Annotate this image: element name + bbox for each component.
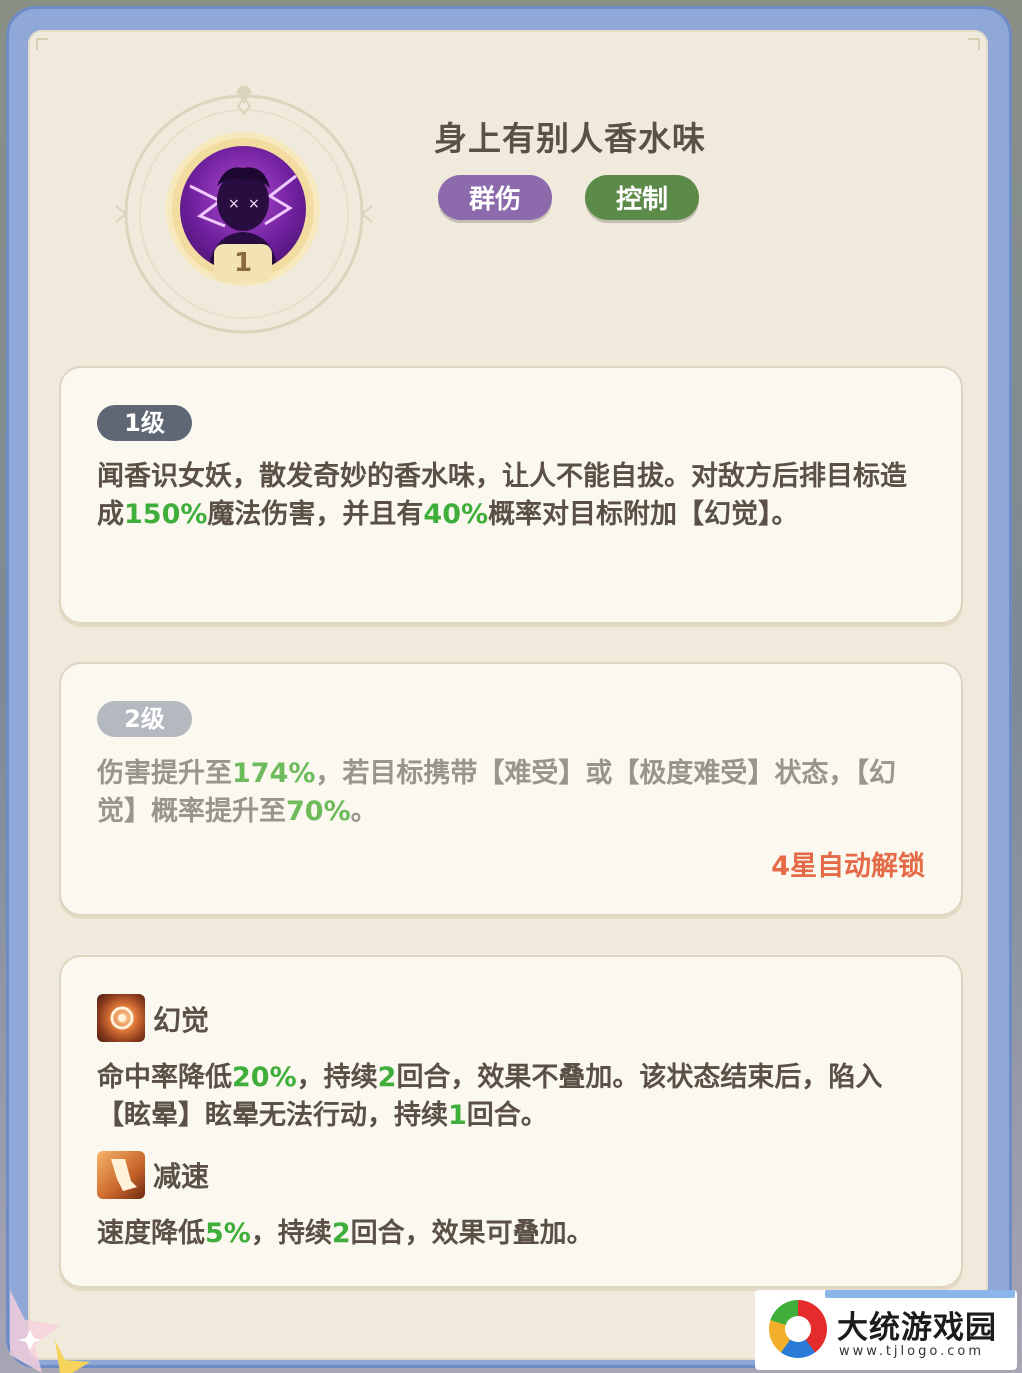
slow-icon [97, 1151, 145, 1199]
level-1-badge: 1级 [97, 405, 192, 441]
level-1-card: 1级 闻香识女妖，散发奇妙的香水味，让人不能自拔。对敌方后排目标造成150%魔法… [59, 366, 963, 624]
watermark-bar [825, 1290, 1015, 1298]
tag-aoe-damage: 群伤 [438, 175, 552, 220]
level-2-badge: 2级 [97, 701, 192, 737]
watermark-url: www.tjlogo.com [839, 1344, 984, 1359]
skill-title: 身上有别人香水味 [434, 119, 706, 158]
corner-ornament [968, 38, 980, 50]
star-decoration-icon [10, 1290, 90, 1373]
illusion-effect-name: 幻觉 [153, 1004, 210, 1037]
svg-text:×: × [248, 196, 260, 212]
watermark: 大统游戏园 www.tjlogo.com [755, 1290, 1017, 1370]
illusion-icon [97, 994, 145, 1042]
level-2-description: 伤害提升至174%，若目标携带【难受】或【极度难受】状态，【幻觉】概率提升至70… [97, 758, 896, 827]
status-effects-card: 幻觉 命中率降低20%，持续2回合，效果不叠加。该状态结束后，陷入【眩晕】眩晕无… [59, 955, 963, 1288]
svg-text:×: × [228, 196, 240, 212]
illusion-effect-description: 命中率降低20%，持续2回合，效果不叠加。该状态结束后，陷入【眩晕】眩晕无法行动… [97, 1062, 883, 1131]
watermark-logo-icon [769, 1300, 827, 1358]
level-2-card: 2级 伤害提升至174%，若目标携带【难受】或【极度难受】状态，【幻觉】概率提升… [59, 662, 963, 916]
slow-effect-description: 速度降低5%，持续2回合，效果可叠加。 [97, 1218, 594, 1249]
corner-ornament [36, 38, 48, 50]
skill-level-badge: 1 [214, 244, 272, 282]
unlock-condition: 4星自动解锁 [771, 851, 925, 882]
slow-effect-name: 减速 [153, 1160, 210, 1193]
tag-control: 控制 [585, 175, 699, 220]
watermark-name: 大统游戏园 [837, 1310, 997, 1346]
level-1-description: 闻香识女妖，散发奇妙的香水味，让人不能自拔。对敌方后排目标造成150%魔法伤害，… [97, 461, 907, 530]
